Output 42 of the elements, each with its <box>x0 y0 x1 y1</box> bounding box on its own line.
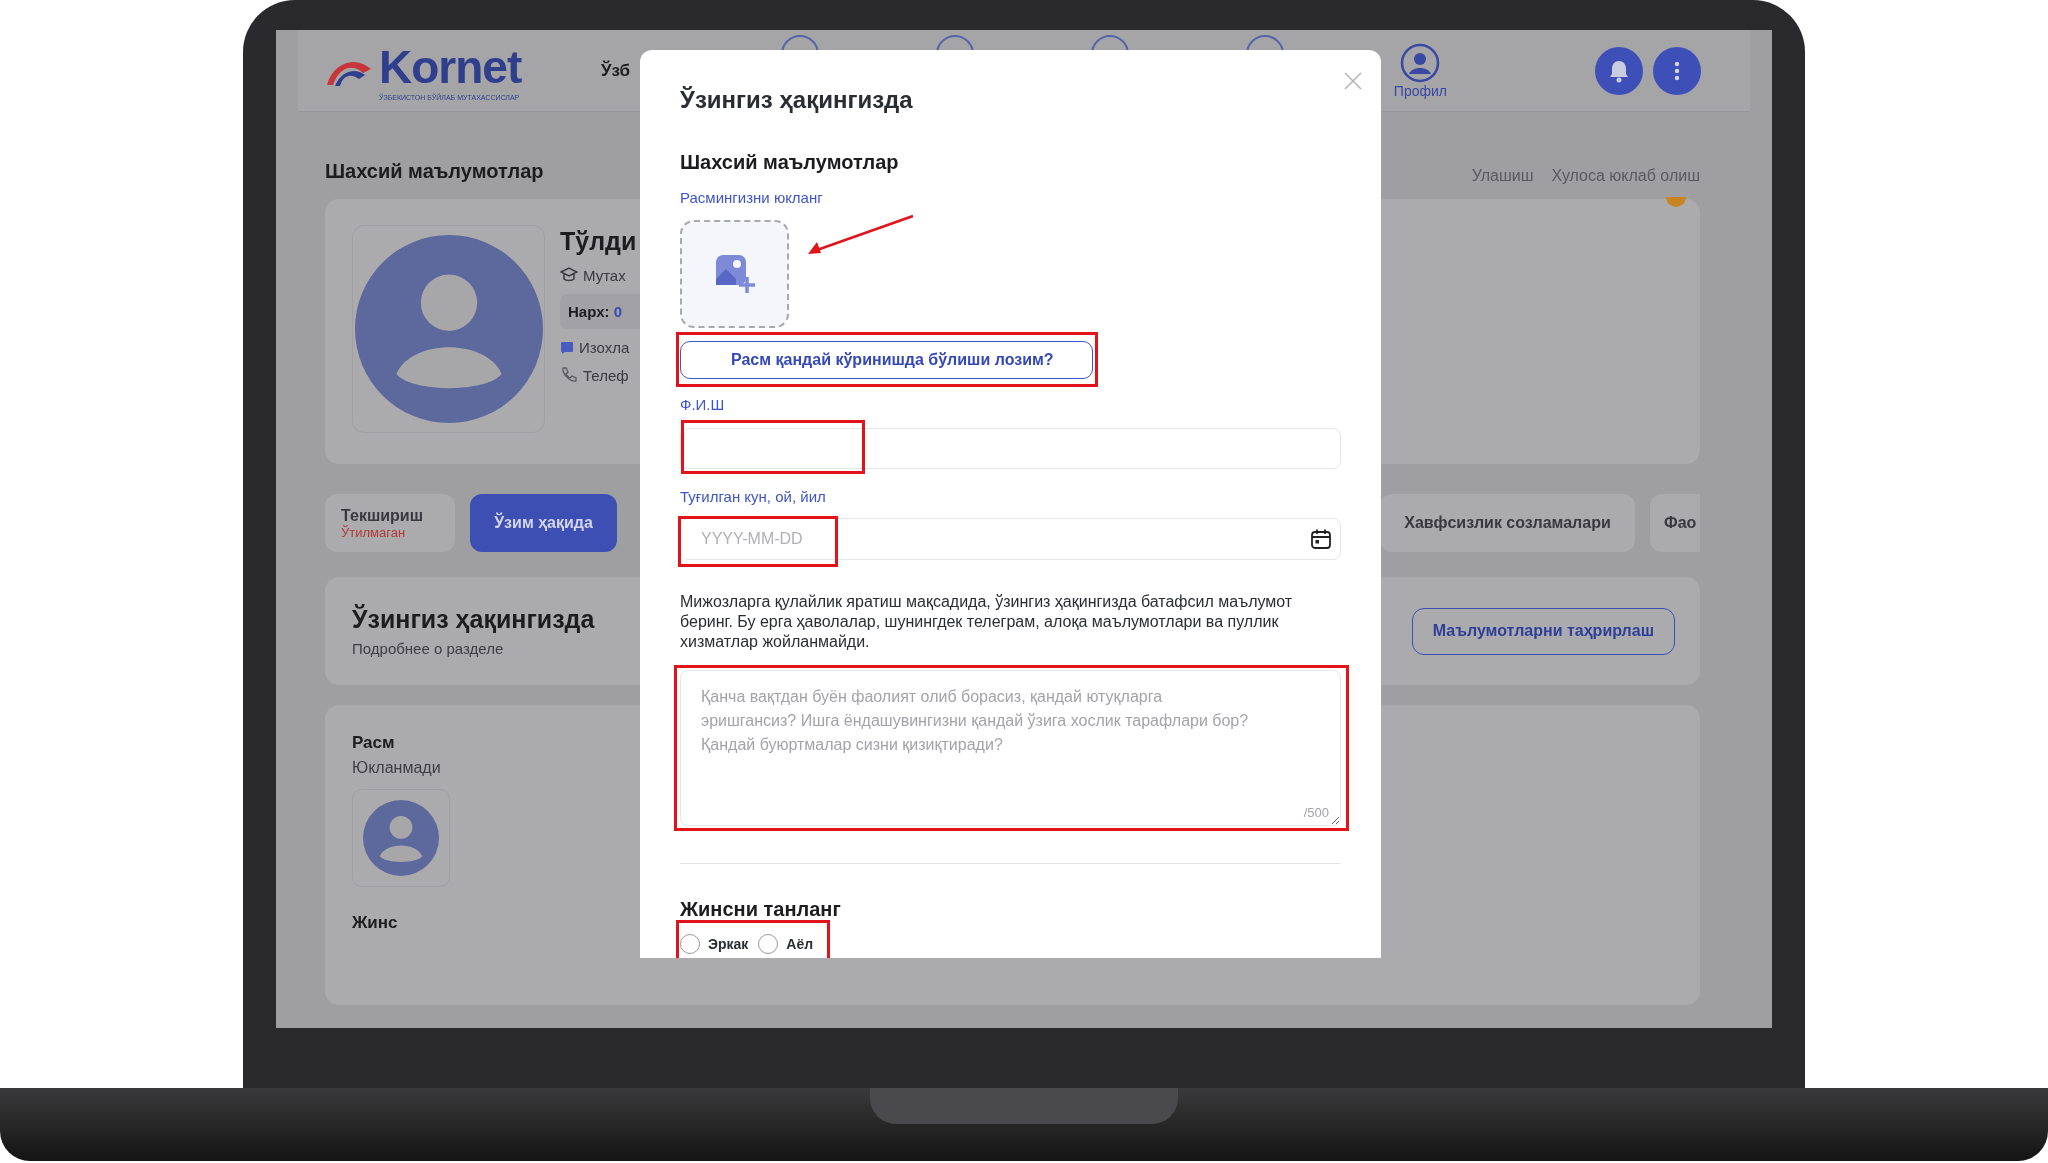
profile-tab[interactable]: Хавфсизлик созламалари <box>1380 494 1635 552</box>
profile-tab[interactable]: Текшириш Ўтилмаган <box>325 494 455 552</box>
photo-status: Юкланмади <box>352 759 441 777</box>
profile-tab[interactable]: Ўзим ҳақида <box>470 494 617 552</box>
modal-title: Ўзингиз ҳақингизда <box>680 85 914 115</box>
add-image-icon <box>713 253 756 295</box>
name-field[interactable] <box>680 428 1341 469</box>
profile-tab[interactable]: Фао <box>1650 494 1700 552</box>
photo-title: Расм <box>352 733 395 753</box>
calendar-icon[interactable] <box>1310 528 1332 550</box>
page-action-link[interactable]: Хулоса юклаб олиш <box>1551 167 1700 185</box>
close-icon[interactable] <box>1343 71 1363 91</box>
graduation-cap-icon <box>560 266 578 284</box>
chat-icon <box>560 340 574 355</box>
gender-option[interactable]: Аёл <box>758 934 814 954</box>
field-label: Ф.И.Ш <box>680 395 726 415</box>
profile-specialty: Мутах <box>583 266 626 284</box>
section-title: Ўзингиз ҳақингизда <box>352 605 595 634</box>
phone-label: Телеф <box>583 366 629 384</box>
date-field[interactable]: YYYY-MM-DD <box>680 518 1341 560</box>
field-label: Туғилган кун, ой, йил <box>680 487 827 507</box>
about-hint-text: Мижозларга қулайлик яратиш мақсадида, ўзингиз ҳақингизда батафсил маълумот беринг. Бу ерга ҳаволалар, шунингдек телеграм, алоқа маълумотлари ва пуллик хизматлар жойланмайди. <box>680 592 1294 652</box>
character-counter: /500 <box>1303 805 1329 820</box>
gender-title: Жинсни танланг <box>680 897 842 922</box>
gender-option[interactable]: Эркак <box>680 934 749 954</box>
photo-guidelines-button[interactable]: Расм қандай кўринишда бўлиши лозим? <box>680 341 1093 379</box>
logo-wordmark: Kornet <box>379 40 522 93</box>
field-label: Расмингизни юкланг <box>680 188 824 208</box>
section-title: Шахсий маълумотлар <box>680 150 900 175</box>
gender-title: Жинс <box>352 913 398 933</box>
edit-button[interactable]: Маълумотларни таҳрирлаш <box>1411 607 1675 655</box>
tab-status: Ўтилмаган <box>341 524 406 540</box>
profile-link[interactable]: Профил <box>1393 82 1447 99</box>
language-label[interactable]: Ўзб <box>601 60 631 81</box>
profile-name: Тўлди <box>560 227 638 256</box>
photo-upload-box[interactable] <box>680 220 789 328</box>
phone-icon <box>560 366 578 384</box>
section-subtitle: Подробнее о разделе <box>352 640 504 657</box>
page-action-link[interactable]: Улашиш <box>1471 167 1534 185</box>
price-label: Нарх: 0 <box>560 294 640 329</box>
page-title: Шахсий маълумотлар <box>325 159 544 183</box>
reviews-link[interactable]: Изохла <box>579 339 630 356</box>
